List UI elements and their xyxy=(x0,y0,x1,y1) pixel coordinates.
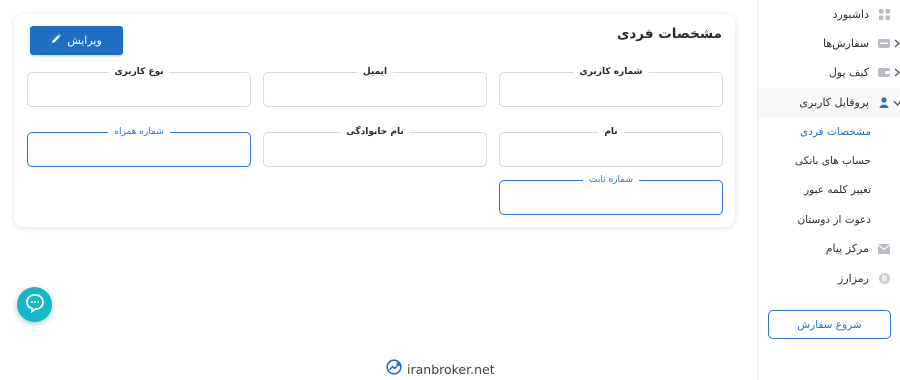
edit-button-label: ویرایش xyxy=(67,34,102,47)
sidebar-item-label: مرکز پیام xyxy=(825,242,869,255)
chevron-left-icon[interactable] xyxy=(892,68,900,78)
brand-text: iranbroker.net xyxy=(407,361,495,377)
user-icon xyxy=(878,97,890,109)
sidebar-item-label: کیف پول xyxy=(828,66,869,79)
email-field[interactable]: ایمیل xyxy=(263,67,487,107)
chevron-left-icon[interactable] xyxy=(892,39,900,49)
sidebar-item-wallet[interactable]: کیف پول xyxy=(758,58,900,87)
sidebar-item-label: رمزارز xyxy=(838,272,869,285)
landline-input[interactable] xyxy=(500,181,722,214)
sidebar-item-label: داشبورد xyxy=(832,8,869,21)
sidebar-item-crypto[interactable]: B رمزارز xyxy=(758,264,900,293)
brand: iranbroker.net xyxy=(386,359,495,379)
sidebar-subitem-bank-accounts[interactable]: حساب های بانکی xyxy=(758,146,900,175)
sidebar-item-messages[interactable]: مرکز پیام xyxy=(758,234,900,263)
sidebar-subitem-change-password[interactable]: تغییر کلمه عبور xyxy=(758,175,900,204)
user-type-field[interactable]: نوع کاربری xyxy=(27,67,251,107)
sidebar-item-profile[interactable]: پروفایل کاربری xyxy=(758,88,900,117)
page-title: مشخصات فردی xyxy=(616,26,722,42)
grid-icon xyxy=(878,9,890,21)
user-id-field[interactable]: شماره کاربری xyxy=(499,67,723,107)
pencil-icon xyxy=(51,34,62,47)
start-order-button[interactable]: شروع سفارش xyxy=(768,310,891,339)
sidebar-subitem-invite-friends[interactable]: دعوت از دوستان xyxy=(758,205,900,234)
personal-info-card: مشخصات فردی ویرایش شماره کاربری ایمیل نو… xyxy=(14,14,735,227)
edit-button[interactable]: ویرایش xyxy=(30,26,123,55)
chat-icon xyxy=(25,293,45,317)
chevron-down-icon[interactable] xyxy=(892,98,900,108)
user-id-input[interactable] xyxy=(500,73,722,106)
sidebar-item-dashboard[interactable]: داشبورد xyxy=(758,0,900,29)
sidebar-subitem-personal-info[interactable]: مشخصات فردی xyxy=(758,117,900,146)
last-name-input[interactable] xyxy=(264,133,486,166)
sidebar-item-label: سفارش‌ها xyxy=(822,37,869,50)
sidebar-item-label: پروفایل کاربری xyxy=(799,96,869,109)
first-name-field[interactable]: نام xyxy=(499,127,723,167)
landline-field[interactable]: شماره ثابت xyxy=(499,175,723,215)
mobile-input[interactable] xyxy=(28,133,250,166)
user-type-input[interactable] xyxy=(28,73,250,106)
last-name-field[interactable]: نام خانوادگی xyxy=(263,127,487,167)
svg-text:B: B xyxy=(881,274,887,283)
sidebar-item-orders[interactable]: سفارش‌ها xyxy=(758,29,900,58)
chat-support-button[interactable] xyxy=(17,287,52,322)
orders-icon xyxy=(878,38,890,50)
wallet-icon xyxy=(878,67,890,79)
mobile-field[interactable]: شماره همراه xyxy=(27,127,251,167)
bitcoin-icon: B xyxy=(878,273,890,285)
brand-logo-icon xyxy=(386,359,402,379)
email-input[interactable] xyxy=(264,73,486,106)
mail-icon xyxy=(878,243,890,255)
first-name-input[interactable] xyxy=(500,133,722,166)
